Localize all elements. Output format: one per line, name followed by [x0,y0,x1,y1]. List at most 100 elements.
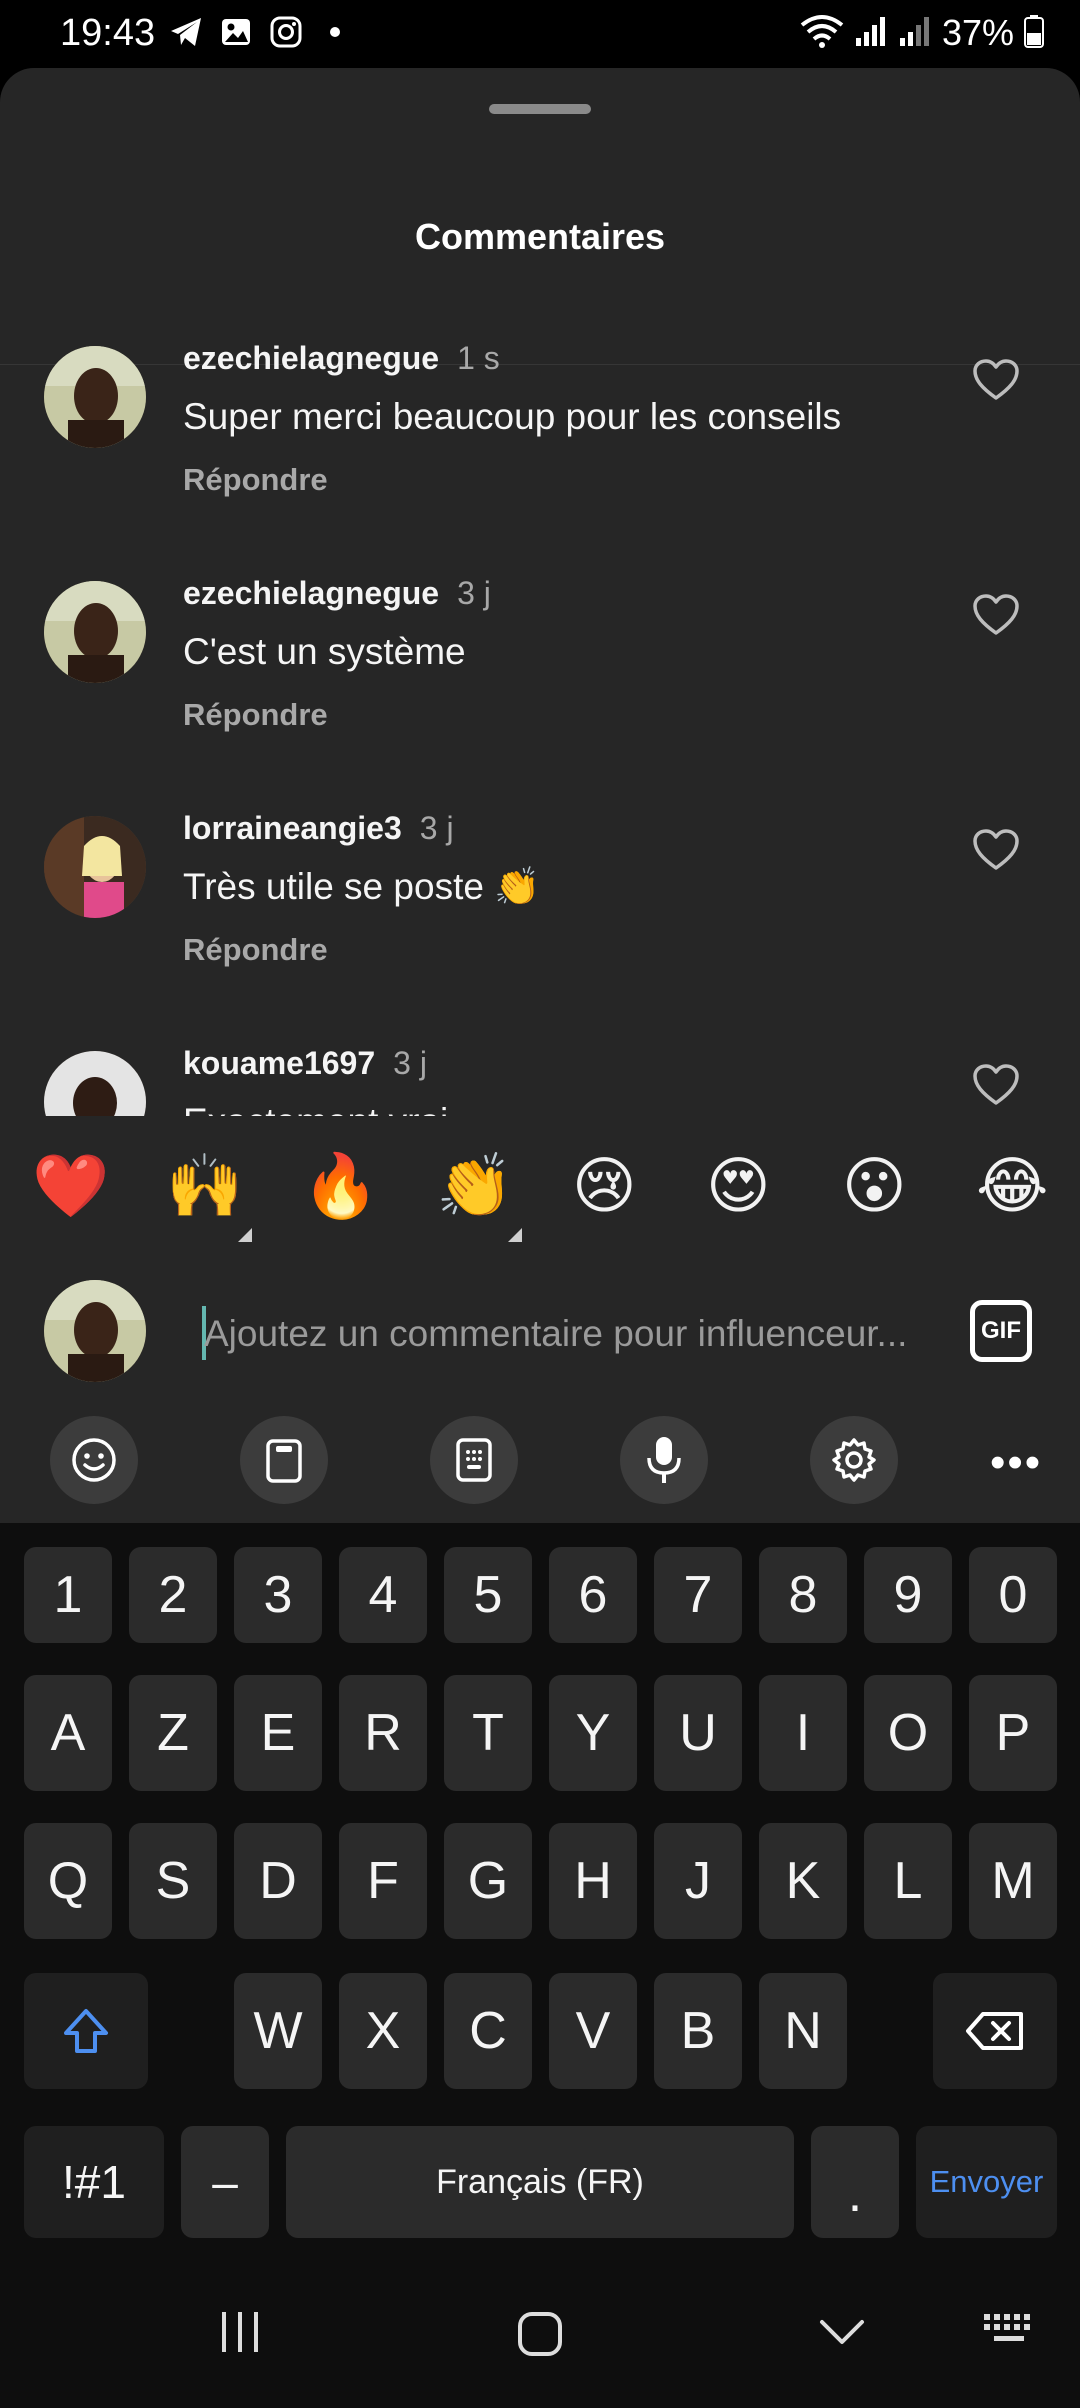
reaction-surprised[interactable]: 😮 [842,1156,907,1218]
reaction-heart-eyes[interactable]: 😍 [706,1156,771,1218]
shift-key[interactable] [24,1973,148,2089]
battery-percent: 37% [941,12,1014,53]
key-o[interactable]: O [864,1675,952,1791]
comment-username[interactable]: lorraineangie3 3 j [183,810,454,847]
key-y[interactable]: Y [549,1675,637,1791]
key-i[interactable]: I [759,1675,847,1791]
keyboard: 1 2 3 4 5 6 7 8 9 0 A Z E R T Y U I O P … [0,1523,1080,2268]
key-j[interactable]: J [654,1823,742,1939]
system-status: 37% [800,12,1044,54]
key-6[interactable]: 6 [549,1547,637,1643]
avatar[interactable] [44,346,146,448]
key-k[interactable]: K [759,1823,847,1939]
key-m[interactable]: M [969,1823,1057,1939]
signal-icon [854,14,888,53]
comment-item: ezechielagnegue 3 j C'est un système Répo… [0,569,1080,804]
emoji-reaction-bar: ❤️ 🙌 🔥 👏 😢 😍 😮 😂 [0,1116,1080,1268]
avatar[interactable] [44,816,146,918]
comment-time: 3 j [419,810,454,846]
reaction-fire[interactable]: 🔥 [302,1156,379,1218]
sheet-title: Commentaires [414,216,666,257]
key-7[interactable]: 7 [654,1547,742,1643]
dash-key[interactable]: – [181,2126,269,2238]
period-key[interactable]: . [811,2126,899,2238]
reply-button[interactable]: Répondre [183,697,328,733]
key-9[interactable]: 9 [864,1547,952,1643]
comment-item: lorraineangie3 3 j Très utile se poste 👏 … [0,804,1080,1039]
key-l[interactable]: L [864,1823,952,1939]
key-n[interactable]: N [759,1973,847,2089]
symbols-key[interactable]: !#1 [24,2126,164,2238]
key-h[interactable]: H [549,1823,637,1939]
reaction-laughing[interactable]: 😂 [976,1156,1048,1218]
comment-input[interactable]: Ajoutez un commentaire pour influenceur.… [204,1304,924,1364]
send-key[interactable]: Envoyer [916,2126,1057,2238]
drag-handle[interactable] [489,104,591,114]
reaction-clap[interactable]: 👏 [436,1156,513,1218]
comment-text: Exactement vrai [183,1101,448,1116]
key-1[interactable]: 1 [24,1547,112,1643]
key-v[interactable]: V [549,1973,637,2089]
settings-icon[interactable] [810,1416,898,1504]
key-a[interactable]: A [24,1675,112,1791]
recents-icon[interactable] [210,2308,270,2356]
comment-username[interactable]: ezechielagnegue 3 j [183,575,491,612]
key-2[interactable]: 2 [129,1547,217,1643]
key-e[interactable]: E [234,1675,322,1791]
comment-username[interactable]: ezechielagnegue 1 s [183,340,500,377]
comment-list[interactable]: ezechielagnegue 1 s Super merci beaucoup … [0,330,1080,1116]
more-icon[interactable]: ••• [990,1438,1042,1488]
battery-icon [1024,14,1044,53]
emoji-icon[interactable] [50,1416,138,1504]
key-z[interactable]: Z [129,1675,217,1791]
comment-text: C'est un système [183,631,466,672]
key-4[interactable]: 4 [339,1547,427,1643]
comment-username[interactable]: kouame1697 3 j [183,1045,427,1082]
microphone-icon[interactable] [620,1416,708,1504]
home-icon[interactable] [512,2308,568,2360]
key-p[interactable]: P [969,1675,1057,1791]
key-5[interactable]: 5 [444,1547,532,1643]
key-8[interactable]: 8 [759,1547,847,1643]
reaction-crying[interactable]: 😢 [572,1156,637,1218]
variant-indicator [508,1228,522,1242]
key-b[interactable]: B [654,1973,742,2089]
key-c[interactable]: C [444,1973,532,2089]
backspace-key[interactable] [933,1973,1057,2089]
reaction-raised-hands[interactable]: 🙌 [166,1156,243,1218]
heart-icon[interactable] [972,593,1020,637]
wifi-icon [800,13,844,54]
key-q[interactable]: Q [24,1823,112,1939]
keypad-icon[interactable] [430,1416,518,1504]
reaction-heart[interactable]: ❤️ [32,1156,109,1218]
comment-time: 1 s [457,340,500,376]
avatar[interactable] [44,581,146,683]
heart-icon[interactable] [972,1063,1020,1107]
key-r[interactable]: R [339,1675,427,1791]
reply-button[interactable]: Répondre [183,462,328,498]
gif-button[interactable]: GIF [970,1300,1032,1362]
keyboard-icon[interactable] [980,2308,1040,2352]
comment-time: 3 j [393,1045,427,1081]
comment-composer: Ajoutez un commentaire pour influenceur.… [0,1262,1080,1398]
key-f[interactable]: F [339,1823,427,1939]
avatar[interactable] [44,1051,146,1116]
key-s[interactable]: S [129,1823,217,1939]
back-icon[interactable] [814,2308,870,2356]
key-d[interactable]: D [234,1823,322,1939]
my-avatar [44,1280,146,1382]
key-w[interactable]: W [234,1973,322,2089]
space-key[interactable]: Français (FR) [286,2126,794,2238]
key-3[interactable]: 3 [234,1547,322,1643]
key-x[interactable]: X [339,1973,427,2089]
key-g[interactable]: G [444,1823,532,1939]
key-0[interactable]: 0 [969,1547,1057,1643]
reply-button[interactable]: Répondre [183,932,328,968]
signal-icon [898,14,932,53]
clipboard-icon[interactable] [240,1416,328,1504]
heart-icon[interactable] [972,358,1020,402]
heart-icon[interactable] [972,828,1020,872]
key-t[interactable]: T [444,1675,532,1791]
navigation-bar [0,2268,1080,2408]
key-u[interactable]: U [654,1675,742,1791]
